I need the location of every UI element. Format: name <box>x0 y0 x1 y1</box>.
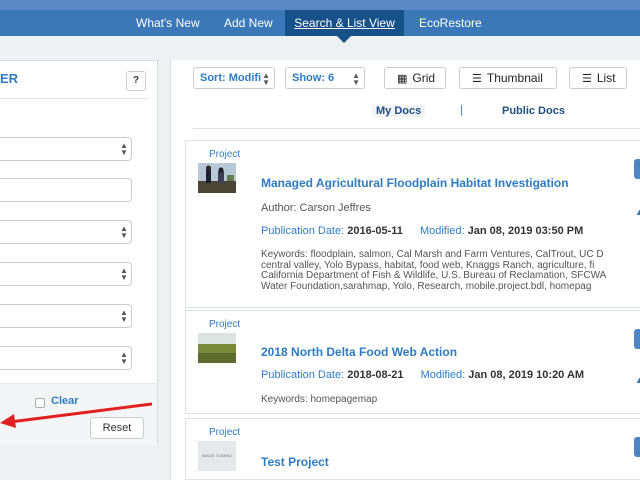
tab-public-docs[interactable]: Public Docs <box>502 105 565 117</box>
result-card: Project IMAGE COMING SOON Test Project <box>185 418 640 480</box>
keywords-line: California Department of Fish & Wildlife… <box>261 270 607 281</box>
nav-whats-new[interactable]: What's New <box>136 10 200 36</box>
keywords-line: Keywords: homepagemap <box>261 394 378 405</box>
select-arrows-icon: ▲ ▼ <box>120 224 128 240</box>
filter-text-input[interactable] <box>0 178 132 202</box>
toolbar-divider <box>193 128 640 129</box>
panel-divider <box>0 98 148 99</box>
show-select[interactable]: Show: 6 ▲ ▼ <box>285 67 365 89</box>
keywords-line: Keywords: floodplain, salmon, Cal Marsh … <box>261 249 604 260</box>
show-label: Show: 6 <box>292 72 335 84</box>
card-action-button[interactable] <box>634 329 640 349</box>
result-card: Project Managed Agricultural Floodplain … <box>185 140 640 308</box>
card-keywords: Keywords: homepagemap <box>261 394 378 406</box>
list-label: List <box>596 71 616 85</box>
filter-select-1[interactable]: ▲ ▼ <box>0 137 132 161</box>
main-nav: What's New Add New Search & List View Ec… <box>0 10 640 36</box>
nav-add-new[interactable]: Add New <box>224 10 273 36</box>
card-author: Author: Carson Jeffres <box>261 202 371 214</box>
filter-select-3[interactable]: ▲ ▼ <box>0 262 132 286</box>
card-thumbnail[interactable] <box>198 163 236 193</box>
card-thumbnail-placeholder[interactable]: IMAGE COMING SOON <box>198 441 236 471</box>
filter-select-2[interactable]: ▲ ▼ <box>0 220 132 244</box>
card-title-link[interactable]: 2018 North Delta Food Web Action <box>261 345 457 359</box>
select-arrows-icon: ▲ ▼ <box>262 71 270 87</box>
keywords-line: Water Foundation,sarahmap, Yolo, Researc… <box>261 280 592 292</box>
card-title-link[interactable]: Managed Agricultural Floodplain Habitat … <box>261 176 569 190</box>
sort-select[interactable]: Sort: Modifi ▲ ▼ <box>193 67 275 89</box>
card-dates: Publication Date: 2016-05-11 Modified: J… <box>261 225 583 237</box>
select-arrows-icon: ▲ ▼ <box>120 308 128 324</box>
grid-view-button[interactable]: ▦ Grid <box>384 67 446 89</box>
pub-date-label: Publication Date: <box>261 369 345 381</box>
nav-ecorestore[interactable]: EcoRestore <box>419 10 482 36</box>
top-strip <box>0 0 640 10</box>
select-arrows-icon: ▲ ▼ <box>120 350 128 366</box>
pub-date-value: 2016-05-11 <box>347 225 403 237</box>
card-action-button[interactable] <box>634 159 640 179</box>
card-thumbnail[interactable] <box>198 333 236 363</box>
card-dates: Publication Date: 2018-08-21 Modified: J… <box>261 369 584 381</box>
pub-date-label: Publication Date: <box>261 225 345 237</box>
filter-select-5[interactable]: ▲ ▼ <box>0 346 132 370</box>
help-button[interactable]: ? <box>126 71 146 91</box>
select-arrows-icon: ▲ ▼ <box>352 71 360 87</box>
thumbnail-view-button[interactable]: ☰ Thumbnail <box>459 67 557 89</box>
select-arrows-icon: ▲ ▼ <box>120 266 128 282</box>
mod-date-value: Jan 08, 2019 10:20 AM <box>468 369 585 381</box>
grid-label: Grid <box>412 71 436 85</box>
thumbnail-label: Thumbnail <box>486 71 543 85</box>
sort-label: Sort: Modifi <box>200 72 262 84</box>
tab-my-docs[interactable]: My Docs <box>372 105 426 117</box>
card-action-button[interactable] <box>634 437 640 457</box>
pub-date-value: 2018-08-21 <box>347 369 404 381</box>
card-type-label: Project <box>209 427 241 438</box>
card-type-label: Project <box>209 319 241 330</box>
card-keywords: Keywords: floodplain, salmon, Cal Marsh … <box>261 249 607 292</box>
person-icon[interactable]: ▲ <box>635 207 640 217</box>
nav-search-list-view[interactable]: Search & List View <box>285 10 404 36</box>
grid-icon: ▦ <box>397 73 408 85</box>
list-lines-icon: ☰ <box>472 73 482 85</box>
list-view-button[interactable]: ☰ List <box>569 67 627 89</box>
list-icon: ☰ <box>582 73 592 85</box>
mod-date-label: Modified: <box>419 225 465 237</box>
card-type-label: Project <box>209 149 241 160</box>
filter-title: ER <box>0 71 19 86</box>
annotation-arrow-icon <box>0 402 153 428</box>
active-nav-caret <box>337 36 351 43</box>
tab-separator: | <box>460 104 463 116</box>
mod-date-label: Modified: <box>420 369 466 381</box>
card-title-link[interactable]: Test Project <box>261 455 329 469</box>
mod-date-value: Jan 08, 2019 03:50 PM <box>467 225 584 237</box>
select-arrows-icon: ▲ ▼ <box>120 141 128 157</box>
result-card: Project 2018 North Delta Food Web Action… <box>185 310 640 414</box>
person-icon[interactable]: ▲ <box>635 375 640 385</box>
filter-select-4[interactable]: ▲ ▼ <box>0 304 132 328</box>
filter-panel: ER ? ▲ ▼ ▲ ▼ ▲ ▼ ▲ ▼ ▲ ▼ Clear Reset <box>0 60 158 445</box>
